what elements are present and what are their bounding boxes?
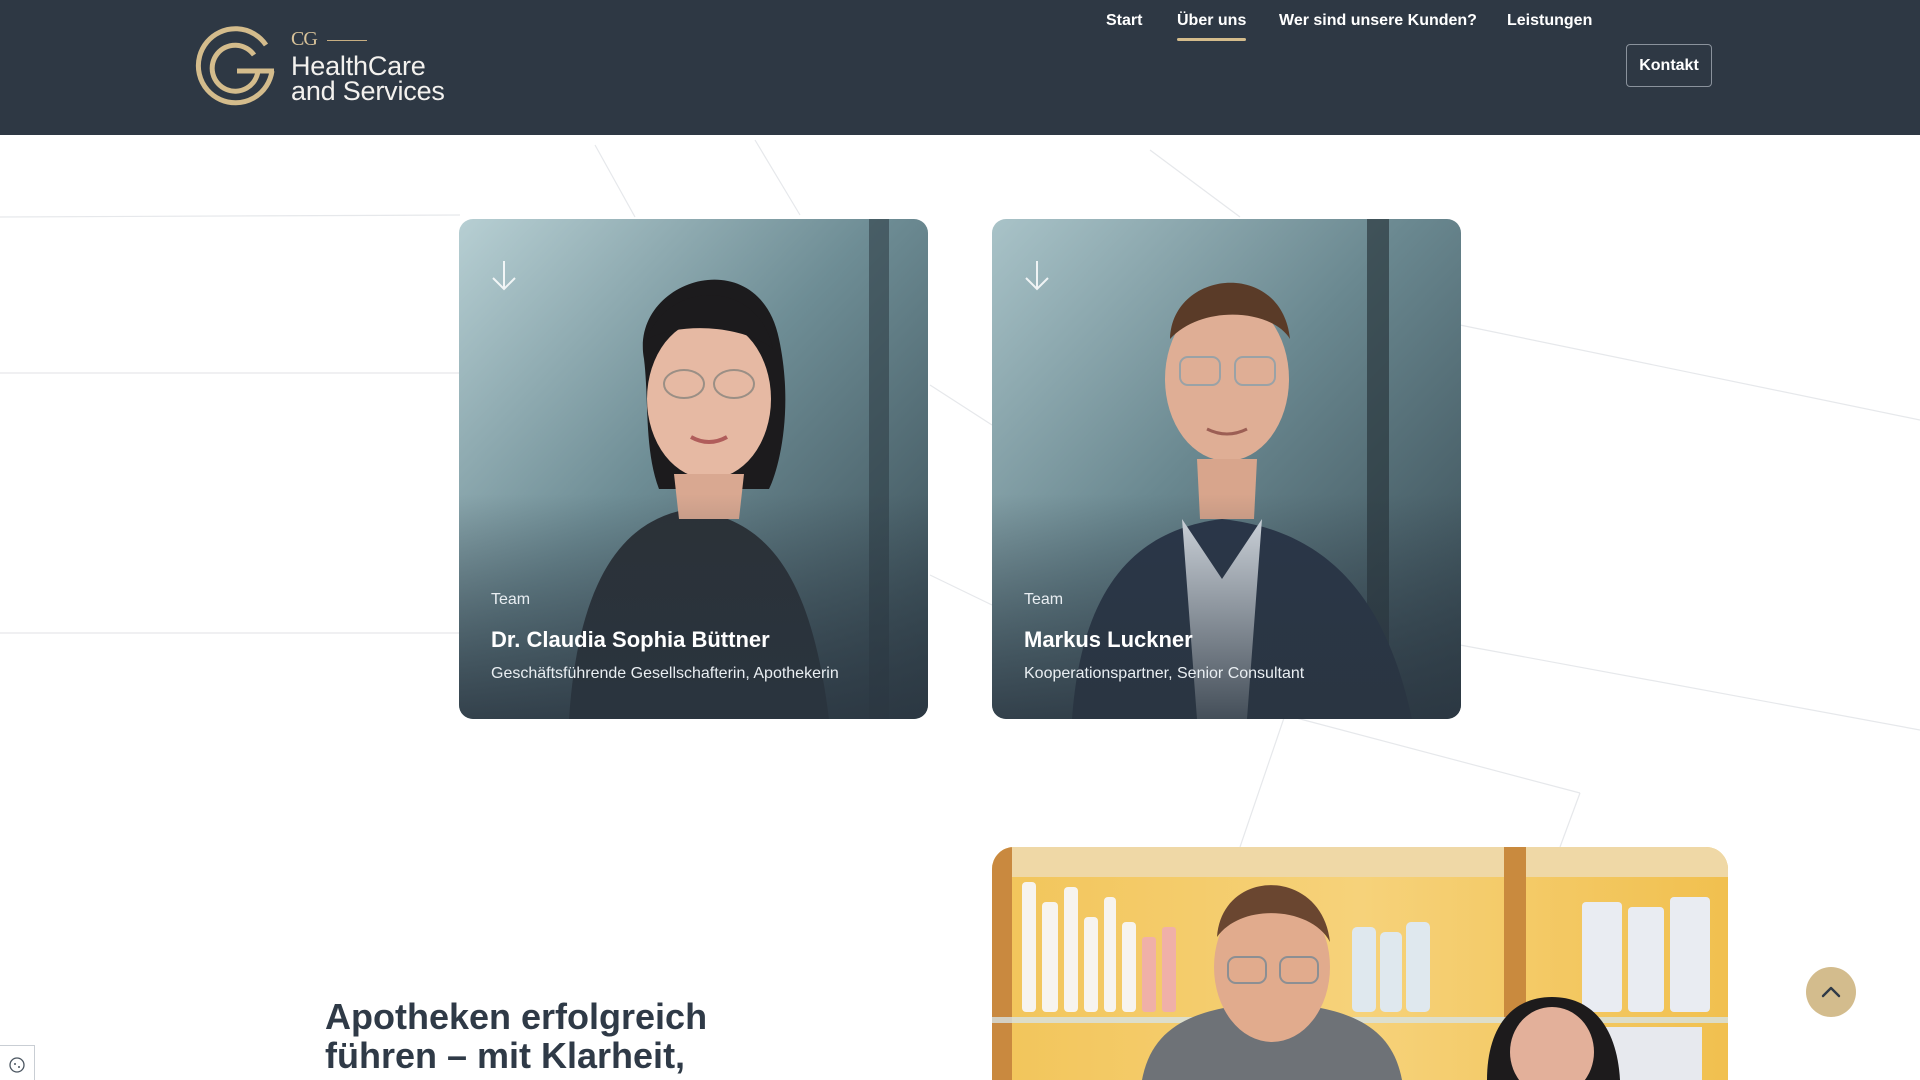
card-category: Team <box>491 591 531 608</box>
nav-item-kunden[interactable]: Wer sind unsere Kunden? <box>1279 0 1477 44</box>
headline-line-1: Apotheken erfolgreich <box>325 996 708 1037</box>
card-role: Geschäftsführende Gesellschafterin, Apot… <box>491 665 839 682</box>
intro-headline: Apotheken erfolgreich führen – mit Klarh… <box>325 997 745 1075</box>
scroll-to-top-button[interactable] <box>1806 967 1856 1017</box>
card-category: Team <box>1024 591 1064 608</box>
card-name: Dr. Claudia Sophia Büttner <box>491 627 770 652</box>
arrow-down-icon <box>492 261 516 291</box>
logo-line-2: and Services <box>291 76 445 106</box>
card-role: Kooperationspartner, Senior Consultant <box>1024 665 1305 682</box>
nav-item-leistungen[interactable]: Leistungen <box>1507 0 1592 44</box>
site-logo[interactable]: CG HealthCare and Services <box>192 24 462 114</box>
cookie-settings-button[interactable] <box>0 1045 35 1080</box>
cookie-settings-icon <box>9 1057 25 1073</box>
card-name: Markus Luckner <box>1024 627 1193 652</box>
nav-item-start[interactable]: Start <box>1106 0 1142 44</box>
team-card-markus[interactable]: Team Markus Luckner Kooperationspartner,… <box>992 219 1461 719</box>
pharmacy-photo <box>992 847 1728 1080</box>
team-card-claudia[interactable]: Team Dr. Claudia Sophia Büttner Geschäft… <box>459 219 928 719</box>
arrow-down-icon <box>1025 261 1049 291</box>
logo-monogram: CG <box>291 28 318 50</box>
headline-line-2: führen – mit Klarheit, <box>325 1035 686 1076</box>
site-header: CG HealthCare and Services Start Über un… <box>0 0 1920 135</box>
chevron-up-icon <box>1821 986 1841 998</box>
nav-item-ueber-uns[interactable]: Über uns <box>1177 0 1247 44</box>
pharmacy-team-photo <box>992 847 1728 1080</box>
logo-divider <box>327 40 367 41</box>
logo-wordmark: HealthCare and Services <box>291 53 445 106</box>
contact-button[interactable]: Kontakt <box>1626 44 1712 87</box>
logo-mark-icon <box>195 26 275 106</box>
